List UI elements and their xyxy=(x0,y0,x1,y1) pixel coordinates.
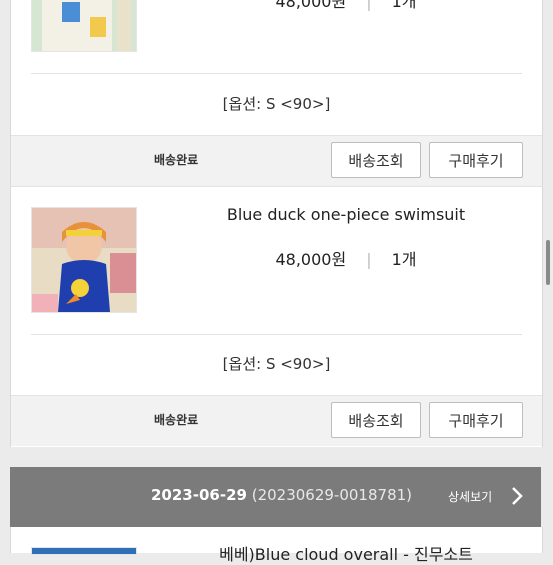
product-price: 48,000원 xyxy=(275,0,347,11)
delivery-status: 배송완료 xyxy=(154,413,199,427)
product-thumbnail[interactable] xyxy=(31,547,137,555)
order-date-line: 2023-06-29 (20230629-0018781) xyxy=(151,486,412,504)
order-date: 2023-06-29 xyxy=(151,486,247,504)
product-thumbnail[interactable] xyxy=(31,207,137,313)
write-review-button[interactable]: 구매후기 xyxy=(429,142,523,178)
product-name[interactable]: 베베)Blue cloud overall - 진무소트 xyxy=(161,541,531,565)
product-name[interactable]: Blue duck one-piece swimsuit xyxy=(161,205,531,224)
scrollbar[interactable] xyxy=(546,240,550,285)
product-thumbnail[interactable] xyxy=(31,0,137,52)
divider xyxy=(31,334,522,335)
price-qty-line: 48,000원 | 1개 xyxy=(161,0,531,12)
product-option: [옵션: S <90>] xyxy=(222,355,331,373)
product-quantity: 1개 xyxy=(391,250,417,269)
write-review-button[interactable]: 구매후기 xyxy=(429,402,523,438)
order-item-card: 베베)Blue cloud overall - 진무소트 xyxy=(10,527,543,564)
product-price: 48,000원 xyxy=(275,250,347,269)
separator: | xyxy=(366,250,372,269)
product-option: [옵션: S <90>] xyxy=(222,95,331,113)
status-bar: 배송완료 배송조회 구매후기 xyxy=(11,135,542,186)
order-header: 2023-06-29 (20230629-0018781) 상세보기 xyxy=(10,467,541,527)
price-qty-line: 48,000원 | 1개 xyxy=(161,246,531,270)
chevron-right-icon[interactable] xyxy=(510,486,524,506)
separator: | xyxy=(366,0,372,11)
track-delivery-button[interactable]: 배송조회 xyxy=(331,142,421,178)
status-bar: 배송완료 배송조회 구매후기 xyxy=(11,395,542,446)
order-number: (20230629-0018781) xyxy=(251,486,413,504)
order-item-card: 48,000원 | 1개 [옵션: S <90>] 배송완료 배송조회 구매후기 xyxy=(10,0,543,186)
track-delivery-button[interactable]: 배송조회 xyxy=(331,402,421,438)
delivery-status: 배송완료 xyxy=(154,153,199,167)
product-quantity: 1개 xyxy=(391,0,417,11)
order-item-card: Blue duck one-piece swimsuit 48,000원 | 1개 … xyxy=(10,186,543,447)
view-details-link[interactable]: 상세보기 xyxy=(448,488,492,505)
divider xyxy=(31,73,522,74)
